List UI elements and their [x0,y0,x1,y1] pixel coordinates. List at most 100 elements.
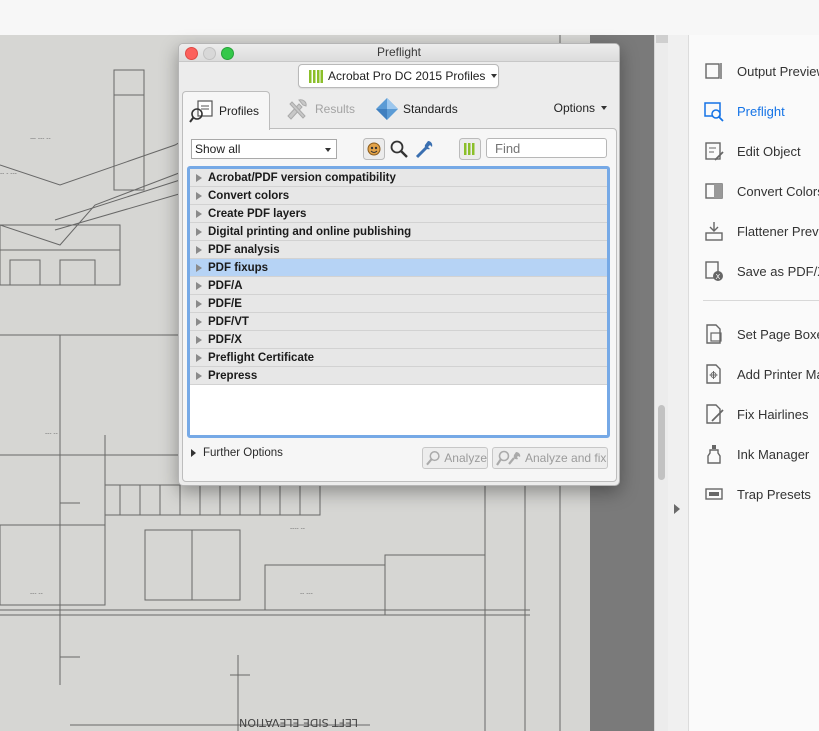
search-icon[interactable] [388,138,410,160]
drawing-title: LEFT SIDE ELEVATION [239,716,358,729]
chevron-down-icon [491,74,498,78]
profiles-library-dropdown[interactable]: Acrobat Pro DC 2015 Profiles [298,64,499,88]
disclosure-triangle-icon[interactable] [196,245,202,254]
dialog-titlebar[interactable]: Preflight [179,44,619,62]
list-item[interactable]: Acrobat/PDF version compatibility [190,169,607,187]
tool-label: Output Preview [737,63,819,79]
tab-profiles[interactable]: Profiles [182,91,270,130]
category-label: PDF/A [208,279,243,292]
analyze-fix-label: Analyze and fix [525,451,607,465]
tool-save-as-pdfx[interactable]: X Save as PDF/X [703,257,819,285]
options-menu[interactable]: Options [554,101,607,115]
options-label: Options [553,101,595,115]
tools-separator [703,300,819,301]
profile-filter-select[interactable]: Show all [191,139,337,159]
standards-tab-icon [376,98,398,120]
output-preview-icon [705,63,722,79]
zoom-button[interactable] [221,47,234,60]
analyze-label: Analyze [444,451,487,465]
svg-text:‐‐‐‐ ‐‐: ‐‐‐‐ ‐‐ [290,525,305,532]
set-page-boxes-icon [706,324,722,344]
profiles-tab-icon [189,100,213,123]
document-scrollbar[interactable] [654,35,669,731]
list-item[interactable]: PDF analysis [190,241,607,259]
tool-trap-presets[interactable]: Trap Presets [703,480,819,508]
svg-text:‐‐ ‐ ‐‐‐: ‐‐ ‐ ‐‐‐ [0,170,17,177]
disclosure-triangle-icon[interactable] [196,281,202,290]
select-profile-icon[interactable] [363,138,385,160]
list-item[interactable]: Create PDF layers [190,205,607,223]
chevron-down-icon [601,106,607,110]
svg-text:— ‐‐‐ ‐‐: — ‐‐‐ ‐‐ [30,135,51,142]
tool-label: Add Printer Marks [737,366,819,382]
list-item[interactable]: Prepress [190,367,607,385]
svg-text:‐‐‐ ‐‐: ‐‐‐ ‐‐ [30,590,43,597]
tool-ink-manager[interactable]: Ink Manager [703,440,819,468]
top-toolbar [0,0,819,36]
profiles-library-icon [309,69,323,83]
close-button[interactable] [185,47,198,60]
tool-preflight[interactable]: Preflight [703,97,819,125]
list-item[interactable]: PDF/E [190,295,607,313]
disclosure-triangle-icon[interactable] [196,209,202,218]
svg-text:X: X [716,273,721,281]
category-label: Convert colors [208,189,290,202]
analyze-and-fix-button[interactable]: Analyze and fix [492,447,608,469]
profile-filter-value: Show all [195,142,241,156]
svg-text:‐‐‐ ‐‐: ‐‐‐ ‐‐ [45,430,58,437]
further-options-toggle[interactable]: Further Options [191,447,283,459]
wrench-icon[interactable] [413,138,435,160]
flattener-preview-icon [705,222,723,241]
list-item[interactable]: Preflight Certificate [190,349,607,367]
disclosure-triangle-icon[interactable] [196,263,202,272]
disclosure-triangle-icon[interactable] [196,191,202,200]
tool-edit-object[interactable]: Edit Object [703,137,819,165]
preflight-icon [704,102,724,122]
analyze-fix-icon [496,450,521,466]
list-item[interactable]: PDF/A [190,277,607,295]
disclosure-triangle-icon[interactable] [196,371,202,380]
disclosure-triangle-icon[interactable] [196,335,202,344]
library-icon[interactable] [459,138,481,160]
disclosure-triangle-icon[interactable] [196,353,202,362]
results-tab-icon [287,99,307,120]
analyze-button[interactable]: Analyze [422,447,488,469]
disclosure-triangle-icon [191,449,196,457]
tool-convert-colors[interactable]: Convert Colors [703,177,819,205]
disclosure-triangle-icon[interactable] [196,299,202,308]
tab-label: Profiles [219,104,260,118]
category-label: Create PDF layers [208,207,307,220]
profile-category-list[interactable]: Acrobat/PDF version compatibility Conver… [187,166,610,438]
disclosure-triangle-icon[interactable] [196,317,202,326]
expand-pane-icon[interactable] [674,504,680,514]
add-printer-marks-icon [706,364,721,384]
tool-output-preview[interactable]: Output Preview [703,57,819,85]
ink-manager-icon [707,445,721,464]
pane-divider [668,35,689,731]
category-label: PDF analysis [208,243,280,256]
tab-standards[interactable]: Standards [369,91,458,127]
tool-flattener-preview[interactable]: Flattener Preview [703,217,819,245]
disclosure-triangle-icon[interactable] [196,227,202,236]
tool-label: Flattener Preview [737,223,819,239]
tool-add-printer-marks[interactable]: Add Printer Marks [703,360,819,388]
tab-results[interactable]: Results [279,91,355,127]
tool-label: Convert Colors [737,183,819,199]
disclosure-triangle-icon[interactable] [196,173,202,182]
scrollbar-thumb[interactable] [658,405,665,480]
tool-label: Trap Presets [737,486,811,502]
list-item[interactable]: Convert colors [190,187,607,205]
list-item-highlighted[interactable]: PDF fixups [190,259,607,277]
list-item[interactable]: Digital printing and online publishing [190,223,607,241]
tool-set-page-boxes[interactable]: Set Page Boxes [703,320,819,348]
profiles-panel: Show all Acrobat/PDF version compatibili… [182,128,617,482]
category-label: Digital printing and online publishing [208,225,412,238]
list-item[interactable]: PDF/X [190,331,607,349]
tool-label: Preflight [737,103,785,119]
minimize-button[interactable] [203,47,216,60]
scrollbar-cap [656,35,668,43]
further-options-label: Further Options [203,447,283,459]
list-item[interactable]: PDF/VT [190,313,607,331]
tool-fix-hairlines[interactable]: Fix Hairlines [703,400,819,428]
find-input[interactable] [486,138,607,158]
